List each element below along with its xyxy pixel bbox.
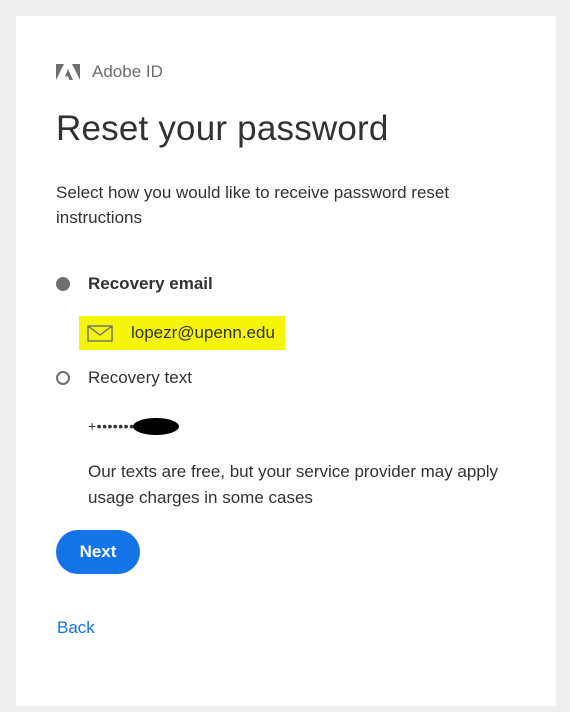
email-value: lopezr@upenn.edu <box>131 323 275 342</box>
recovery-email-radio[interactable] <box>56 277 70 291</box>
recovery-email-label: Recovery email <box>88 274 213 293</box>
recovery-phone-number: +••••••• <box>88 414 179 438</box>
recovery-email-address: lopezr@upenn.edu <box>79 316 285 350</box>
phone-mask: +••••••• <box>88 418 135 434</box>
back-link[interactable]: Back <box>57 618 95 638</box>
recovery-text-radio[interactable] <box>56 371 70 385</box>
recovery-email-option[interactable]: Recovery email <box>56 274 213 294</box>
recovery-text-option[interactable]: Recovery text <box>56 368 192 388</box>
next-button[interactable]: Next <box>56 530 140 574</box>
reset-password-card: Adobe ID Reset your password Select how … <box>16 16 556 706</box>
mail-icon <box>87 324 113 342</box>
redaction-mark <box>132 417 179 435</box>
brand-header: Adobe ID <box>56 62 163 82</box>
adobe-logo-icon <box>56 64 80 80</box>
instructions-text: Select how you would like to receive pas… <box>56 183 450 227</box>
page-title: Reset your password <box>56 109 389 148</box>
sms-charges-notice: Our texts are free, but your service pro… <box>88 462 499 507</box>
recovery-text-label: Recovery text <box>88 368 192 387</box>
brand-name: Adobe ID <box>92 62 163 81</box>
